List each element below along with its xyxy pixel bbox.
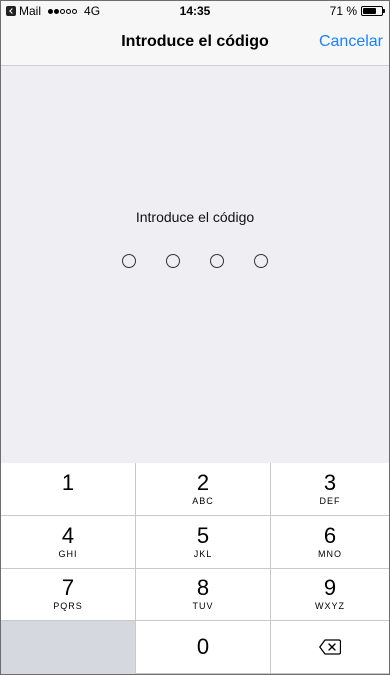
phone-screen: Mail 4G 14:35 71 % Introduce el código C… <box>0 0 390 675</box>
key-letters: JKL <box>193 548 213 559</box>
key-digit: 1 <box>61 469 75 495</box>
passcode-dot <box>210 254 224 268</box>
passcode-area: Introduce el código <box>1 66 389 463</box>
battery-icon <box>361 6 385 16</box>
key-digit: 7 <box>61 575 75 601</box>
key-1[interactable]: 1 <box>1 463 136 516</box>
key-7[interactable]: 7 PQRS <box>1 568 136 622</box>
key-6[interactable]: 6 MNO <box>271 515 389 569</box>
navigation-bar: Introduce el código Cancelar <box>1 21 389 66</box>
key-digit: 6 <box>323 522 337 548</box>
passcode-dot <box>166 254 180 268</box>
key-8[interactable]: 8 TUV <box>136 568 271 622</box>
key-digit: 9 <box>323 575 337 601</box>
key-digit: 8 <box>196 575 210 601</box>
passcode-dot <box>122 254 136 268</box>
keypad-blank <box>1 621 136 674</box>
key-9[interactable]: 9 WXYZ <box>271 568 389 622</box>
key-2[interactable]: 2 ABC <box>136 463 271 516</box>
key-digit: 3 <box>323 469 337 495</box>
key-5[interactable]: 5 JKL <box>136 515 271 569</box>
passcode-dots <box>1 254 389 268</box>
key-digit: 5 <box>196 522 210 548</box>
status-bar: Mail 4G 14:35 71 % <box>1 1 389 21</box>
key-letters: GHI <box>58 548 78 559</box>
passcode-prompt: Introduce el código <box>135 209 255 225</box>
key-digit: 0 <box>196 634 210 660</box>
key-letters: MNO <box>318 548 342 559</box>
key-letters: DEF <box>319 495 341 506</box>
key-letters: ABC <box>192 495 214 506</box>
key-digit: 4 <box>61 522 75 548</box>
key-letters: TUV <box>192 601 214 612</box>
key-digit: 2 <box>196 469 210 495</box>
passcode-dot <box>254 254 268 268</box>
battery-percent: 71 % <box>329 4 357 18</box>
key-3[interactable]: 3 DEF <box>271 463 389 516</box>
key-4[interactable]: 4 GHI <box>1 515 136 569</box>
cancel-button[interactable]: Cancelar <box>319 33 383 51</box>
key-0[interactable]: 0 <box>136 621 271 674</box>
status-right: 71 % <box>329 4 385 18</box>
key-letters: WXYZ <box>315 601 345 612</box>
backspace-icon <box>319 639 341 655</box>
delete-button[interactable] <box>271 621 389 674</box>
numeric-keypad: 1 2 ABC 3 DEF 4 GHI 5 JKL 6 MNO 7 PQRS 8 <box>1 463 389 674</box>
key-letters: PQRS <box>53 601 83 612</box>
